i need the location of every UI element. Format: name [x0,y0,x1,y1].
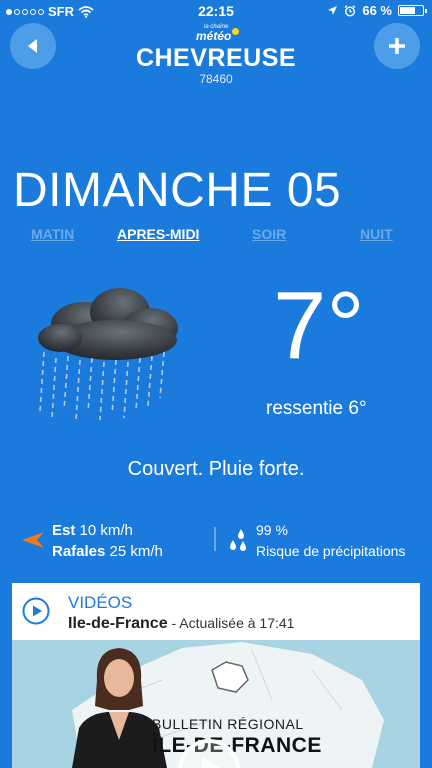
video-region: Ile-de-France [68,615,168,632]
precipitation-percent: 99 % [256,522,288,538]
alarm-clock-icon [344,4,356,17]
rain-cloud-icon [38,288,178,421]
add-city-button[interactable] [374,23,420,69]
status-bar: SFR 22:15 66 % [0,0,432,22]
tab-matin[interactable]: MATIN [31,226,74,242]
wind-direction: Est [52,522,76,539]
precipitation-label: Risque de précipitations [256,543,406,559]
play-circle-icon[interactable] [22,597,50,625]
video-card-header: VIDÉOS Ile-de-France - Actualisée à 17:4… [12,583,420,640]
gust-line: Rafales 25 km/h [52,541,163,562]
feels-like-temperature: ressentie 6° [266,398,367,419]
thumbnail-line1: BULLETIN RÉGIONAL [152,716,304,732]
tab-soir[interactable]: SOIR [252,226,286,242]
la-chaine-meteo-logo: la chaîne météo [196,24,242,43]
wind-speed: 10 km/h [79,522,133,539]
videos-title: VIDÉOS [68,593,133,612]
day-title: DIMANCHE 05 [13,164,342,217]
wind-info: Est 10 km/h Rafales 25 km/h [52,520,163,562]
tab-nuit[interactable]: NUIT [360,226,393,242]
video-thumbnail[interactable]: BULLETIN RÉGIONAL ÎLE-DE-FRANCE [12,640,420,768]
temperature: 7° [273,272,365,379]
postal-code: 78460 [199,72,233,86]
plus-icon [389,38,405,54]
status-right: 66 % [327,3,427,18]
gust-speed: 25 km/h [109,543,163,560]
precipitation-info: 99 % Risque de précipitations [256,520,405,562]
gust-label: Rafales [52,543,106,560]
tab-apres-midi[interactable]: APRES-MIDI [117,226,199,242]
video-card[interactable]: VIDÉOS Ile-de-France - Actualisée à 17:4… [12,583,420,768]
city-name: CHEVREUSE [135,44,297,72]
weather-description: Couvert. Pluie forte. [127,458,305,480]
info-divider [214,527,216,551]
battery-percentage: 66 % [362,3,392,18]
battery-icon [398,5,427,16]
raindrops-icon [230,529,246,551]
play-button-icon[interactable] [177,738,241,768]
wind-direction-arrow-icon [22,532,44,548]
logo-sun-icon [232,28,239,35]
wind-line: Est 10 km/h [52,520,163,541]
battery-fill [400,7,415,14]
video-subtitle: Ile-de-France - Actualisée à 17:41 [68,615,294,633]
location-arrow-icon [328,6,338,15]
video-updated: - Actualisée à 17:41 [167,615,295,631]
